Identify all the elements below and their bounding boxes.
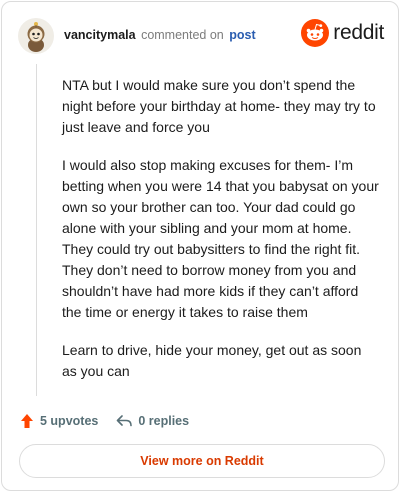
reply-arrow-icon bbox=[117, 415, 133, 427]
post-link[interactable]: post bbox=[229, 28, 255, 42]
reddit-logo[interactable]: reddit bbox=[301, 18, 384, 48]
reply-button[interactable]: 0 replies bbox=[116, 414, 189, 428]
reddit-snoo-icon bbox=[301, 19, 330, 47]
username-link[interactable]: vancitymala bbox=[64, 28, 136, 42]
avatar[interactable] bbox=[18, 18, 54, 54]
upvote-button[interactable]: 5 upvotes bbox=[20, 413, 98, 429]
comment-embed-card: vancitymala commented on post reddit NTA… bbox=[1, 1, 399, 491]
comment-paragraph: NTA but I would make sure you don’t spen… bbox=[62, 77, 376, 135]
comment-paragraph: I would also stop making excuses for the… bbox=[62, 157, 379, 320]
reply-count: 0 replies bbox=[138, 414, 190, 428]
thread-line bbox=[36, 64, 37, 396]
commented-on-text: commented on bbox=[141, 28, 224, 42]
upvote-arrow-icon bbox=[21, 414, 33, 428]
reddit-wordmark: reddit bbox=[333, 21, 384, 44]
comment-actions: 5 upvotes 0 replies bbox=[20, 410, 189, 432]
comment-paragraph: Learn to drive, hide your money, get out… bbox=[62, 342, 362, 379]
upvote-count: 5 upvotes bbox=[40, 414, 99, 428]
comment-header: vancitymala commented on post reddit bbox=[18, 16, 384, 56]
snoo-avatar-icon bbox=[18, 18, 54, 54]
view-more-button[interactable]: View more on Reddit bbox=[19, 444, 385, 478]
comment-body: NTA but I would make sure you don’t spen… bbox=[62, 75, 380, 399]
comment-meta: vancitymala commented on post bbox=[64, 28, 256, 42]
